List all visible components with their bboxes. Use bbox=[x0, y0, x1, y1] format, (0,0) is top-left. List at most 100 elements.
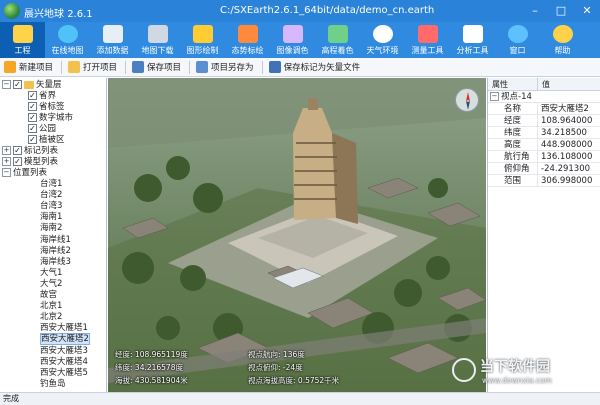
checkbox-checked-icon[interactable]: ✓ bbox=[13, 157, 22, 166]
position-list-item[interactable]: 海南1 bbox=[40, 212, 62, 223]
property-value[interactable]: 448.908000 bbox=[538, 139, 592, 150]
tree-label: 模型列表 bbox=[24, 157, 59, 167]
property-name: 范围 bbox=[488, 175, 538, 186]
position-list-item[interactable]: 海岸线1 bbox=[40, 235, 71, 246]
checkbox-checked-icon[interactable]: ✓ bbox=[28, 102, 37, 111]
save-project-button[interactable]: 保存项目 bbox=[128, 59, 187, 76]
ribbon-tab-label: 添加数据 bbox=[96, 46, 129, 55]
collapse-icon[interactable]: − bbox=[2, 168, 11, 177]
ribbon-tab[interactable]: 窗口 bbox=[495, 22, 540, 58]
expand-icon[interactable]: + bbox=[2, 157, 11, 166]
ribbon-tab[interactable]: 在线地图 bbox=[45, 22, 90, 58]
position-list-item[interactable]: 海岸线2 bbox=[40, 246, 71, 257]
property-value[interactable]: -24.291300 bbox=[538, 163, 590, 174]
position-list-item[interactable]: 西安大雁塔2 bbox=[40, 333, 90, 346]
properties-panel: 属性 值 − 视点-14 名称 西安大雁塔2 经度 108.964000 纬度 34.218… bbox=[487, 78, 600, 392]
checkbox-checked-icon[interactable]: ✓ bbox=[28, 91, 37, 100]
position-list-item[interactable]: 故宫 bbox=[40, 290, 57, 301]
position-list-item[interactable]: 西安大雁塔4 bbox=[40, 357, 88, 368]
tree-label: 北京2 bbox=[40, 312, 63, 323]
tree-node-vector-layer[interactable]: ✓ 数字城市 bbox=[28, 113, 73, 124]
ribbon-tab[interactable]: 高程着色 bbox=[315, 22, 360, 58]
collapse-icon[interactable]: − bbox=[490, 92, 499, 101]
pitch-readout: 视点俯仰: -24度 bbox=[248, 363, 303, 372]
ribbon-tab[interactable]: 地图下载 bbox=[135, 22, 180, 58]
property-value[interactable]: 136.108000 bbox=[538, 151, 592, 162]
checkbox-checked-icon[interactable]: ✓ bbox=[13, 80, 22, 89]
window-path: C:/SXEarth2.6.1_64bit/data/demo_cn.earth bbox=[220, 5, 435, 16]
help-icon bbox=[552, 25, 573, 43]
tree-node-vector-layer[interactable]: ✓ 植被区 bbox=[28, 135, 65, 146]
tree-label: 公园 bbox=[39, 124, 57, 134]
ribbon-tab[interactable]: 天气环境 bbox=[360, 22, 405, 58]
column-header-name[interactable]: 属性 bbox=[488, 78, 538, 90]
ribbon-tab[interactable]: 态势标绘 bbox=[225, 22, 270, 58]
ribbon-tab[interactable]: 图形绘制 bbox=[180, 22, 225, 58]
tree-node-vector-layer[interactable]: ✓ 省界 bbox=[28, 91, 56, 102]
checkbox-checked-icon[interactable]: ✓ bbox=[28, 113, 37, 122]
tree-label: 位置列表 bbox=[13, 168, 48, 178]
property-row[interactable]: 高度 448.908000 bbox=[488, 139, 600, 151]
close-button[interactable]: ✕ bbox=[574, 0, 600, 22]
property-value[interactable]: 西安大雁塔2 bbox=[538, 103, 589, 114]
new-project-button[interactable]: 新建项目 bbox=[0, 59, 59, 76]
toolbar-divider bbox=[61, 60, 63, 74]
property-row[interactable]: 经度 108.964000 bbox=[488, 115, 600, 127]
ribbon-tab[interactable]: 帮助 bbox=[540, 22, 585, 58]
property-value[interactable]: 108.964000 bbox=[538, 115, 592, 126]
property-group[interactable]: − 视点-14 bbox=[488, 91, 600, 103]
ribbon-tab[interactable]: 工程 bbox=[0, 22, 45, 58]
ribbon-tab-label: 态势标绘 bbox=[231, 46, 264, 55]
property-row[interactable]: 航行角 136.108000 bbox=[488, 151, 600, 163]
position-list-item[interactable]: 台湾3 bbox=[40, 201, 62, 212]
property-name: 纬度 bbox=[488, 127, 538, 138]
tree-node-vector-layer[interactable]: ✓ 公园 bbox=[28, 124, 56, 135]
property-row[interactable]: 范围 306.998000 bbox=[488, 175, 600, 187]
property-row[interactable]: 纬度 34.218500 bbox=[488, 127, 600, 139]
save-marks-vector-button[interactable]: 保存标记为矢量文件 bbox=[265, 59, 367, 76]
checkbox-checked-icon[interactable]: ✓ bbox=[28, 124, 37, 133]
ribbon-tab-label: 帮助 bbox=[554, 46, 571, 55]
save-as-button[interactable]: 项目另存为 bbox=[192, 59, 260, 76]
property-value[interactable]: 306.998000 bbox=[538, 175, 592, 186]
maximize-button[interactable]: □ bbox=[548, 0, 574, 22]
ribbon-tab[interactable]: 测量工具 bbox=[405, 22, 450, 58]
ribbon-tab[interactable]: 添加数据 bbox=[90, 22, 135, 58]
globe-3d-view[interactable]: 经度: 108.965119度 纬度: 34.216578度 海拔: 430.5… bbox=[108, 78, 486, 392]
tree-node-position-list[interactable]: − 位置列表 bbox=[2, 168, 47, 179]
expand-icon[interactable]: + bbox=[2, 146, 11, 155]
property-value[interactable]: 34.218500 bbox=[538, 127, 587, 138]
checkbox-checked-icon[interactable]: ✓ bbox=[13, 146, 22, 155]
open-project-button[interactable]: 打开项目 bbox=[64, 59, 123, 76]
app-logo-icon bbox=[4, 3, 20, 19]
ribbon-tab[interactable]: 分析工具 bbox=[450, 22, 495, 58]
tree-label: 西安大雁塔3 bbox=[40, 345, 88, 356]
position-list-item[interactable]: 北京2 bbox=[40, 312, 62, 323]
position-list-item[interactable]: 台湾1 bbox=[40, 179, 62, 190]
ribbon-tab[interactable]: 图像调色 bbox=[270, 22, 315, 58]
property-row[interactable]: 名称 西安大雁塔2 bbox=[488, 103, 600, 115]
position-list-item[interactable]: 西安大雁塔3 bbox=[40, 346, 88, 357]
position-list-item[interactable]: 大气1 bbox=[40, 268, 62, 279]
tree-node-vector-layer[interactable]: ✓ 省标签 bbox=[28, 102, 65, 113]
compass-icon[interactable] bbox=[455, 88, 479, 112]
save-as-label: 项目另存为 bbox=[211, 63, 254, 73]
collapse-icon[interactable]: − bbox=[2, 80, 11, 89]
tree-node-vector-layers[interactable]: − ✓ 矢量层 bbox=[2, 80, 62, 91]
position-list-item[interactable]: 海岸线3 bbox=[40, 257, 71, 268]
minimize-button[interactable]: – bbox=[522, 0, 548, 22]
position-list-item[interactable]: 西安大雁塔5 bbox=[40, 368, 88, 379]
tree-node-model-list[interactable]: + ✓ 模型列表 bbox=[2, 157, 58, 168]
position-list-item[interactable]: 海南2 bbox=[40, 223, 62, 234]
property-row[interactable]: 俯仰角 -24.291300 bbox=[488, 163, 600, 175]
color-adjust-icon bbox=[282, 25, 303, 43]
position-list-item[interactable]: 北京1 bbox=[40, 301, 62, 312]
position-list-item[interactable]: 钓鱼岛 bbox=[40, 379, 66, 390]
position-list-item[interactable]: 台湾2 bbox=[40, 190, 62, 201]
tree-node-mark-list[interactable]: + ✓ 标记列表 bbox=[2, 146, 58, 157]
toolbar-divider bbox=[189, 60, 191, 74]
watermark-url: www.downxia.com bbox=[482, 376, 552, 385]
checkbox-checked-icon[interactable]: ✓ bbox=[28, 135, 37, 144]
position-list-item[interactable]: 大气2 bbox=[40, 279, 62, 290]
column-header-value[interactable]: 值 bbox=[538, 78, 550, 90]
